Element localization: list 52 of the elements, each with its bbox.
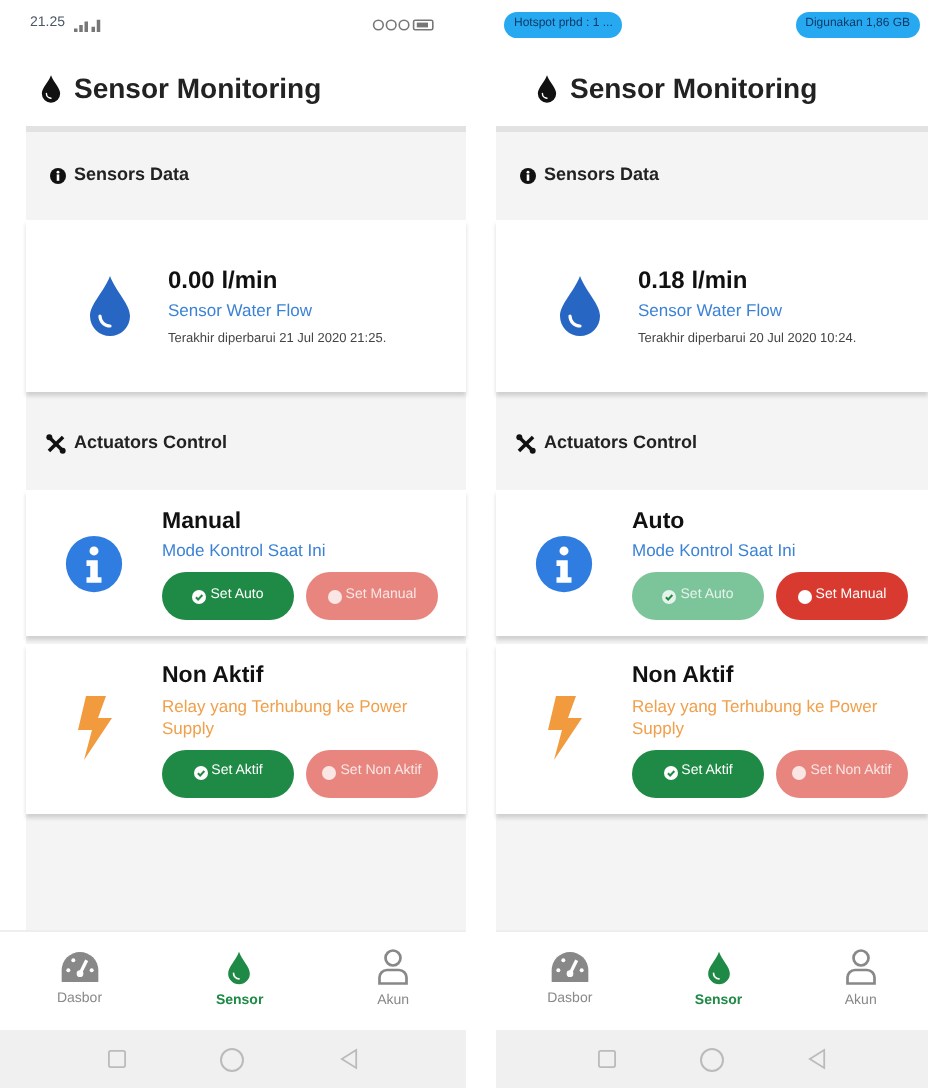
section-heading: Sensors Data	[74, 162, 190, 189]
person-icon	[378, 948, 409, 987]
app-title: Sensor Monitoring	[570, 69, 818, 108]
sensor-label: Sensor Water Flow	[638, 298, 784, 324]
circle-icon	[792, 766, 807, 780]
home-icon[interactable]	[700, 1047, 724, 1071]
flow-value: 0.00 l/min	[168, 264, 280, 299]
info-icon	[534, 533, 594, 594]
actuator-label: Relay yang Terhubung ke Power Supply	[162, 695, 410, 739]
check-circle-icon	[662, 589, 677, 604]
circle-icon	[327, 589, 342, 604]
circle-icon	[322, 766, 337, 780]
info-icon	[520, 168, 536, 184]
water-drop-icon	[536, 73, 558, 103]
section-heading: Sensors Data	[544, 162, 660, 189]
actuator-status: Non Aktif	[162, 662, 266, 693]
section-heading: Actuators Control	[544, 430, 697, 457]
actuator-label: Mode Kontrol Saat Ini	[632, 540, 798, 563]
circle-icon	[797, 589, 812, 604]
lightning-bolt-icon	[544, 694, 584, 763]
actuator-label: Mode Kontrol Saat Ini	[162, 540, 328, 563]
info-icon	[64, 533, 124, 594]
actuator-status: Auto	[632, 508, 687, 538]
water-drop-icon	[226, 949, 253, 986]
signal-icon	[71, 18, 104, 32]
water-drop-icon	[705, 949, 732, 986]
back-icon[interactable]	[340, 1048, 359, 1070]
info-icon	[50, 168, 66, 184]
person-icon	[845, 948, 876, 987]
lightning-bolt-icon	[74, 694, 114, 763]
tools-icon	[516, 434, 536, 454]
status-icons-drawing	[372, 18, 436, 32]
gauge-icon	[59, 950, 100, 985]
actuator-status: Non Aktif	[632, 662, 736, 693]
check-circle-icon	[663, 766, 678, 780]
flow-value: 0.18 l/min	[638, 264, 750, 299]
tools-icon	[46, 434, 66, 454]
home-icon[interactable]	[220, 1047, 245, 1071]
actuator-status: Manual	[162, 508, 244, 538]
actuator-label: Relay yang Terhubung ke Power Supply	[632, 695, 880, 739]
sensor-label: Sensor Water Flow	[168, 298, 314, 324]
back-icon[interactable]	[808, 1048, 826, 1070]
check-circle-icon	[192, 589, 207, 604]
section-heading: Actuators Control	[74, 430, 227, 457]
water-drop-icon	[40, 73, 62, 103]
water-drop-icon	[556, 272, 604, 340]
check-circle-icon	[193, 766, 208, 780]
square-icon[interactable]	[107, 1050, 126, 1068]
water-drop-icon	[86, 272, 134, 340]
gauge-icon	[549, 950, 590, 985]
square-icon[interactable]	[598, 1050, 616, 1068]
app-title: Sensor Monitoring	[74, 69, 322, 108]
